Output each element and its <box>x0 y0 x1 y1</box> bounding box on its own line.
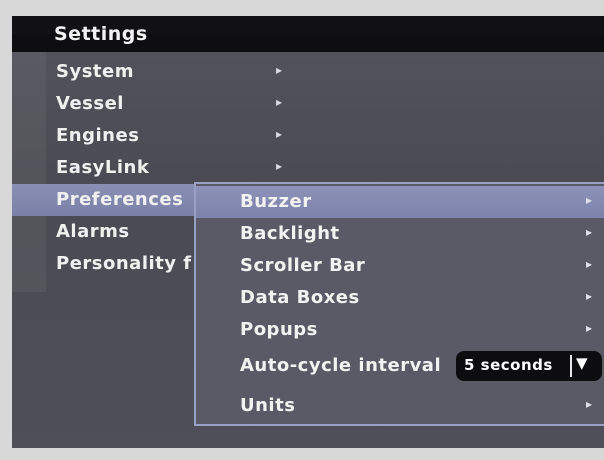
menu-item-label: Vessel <box>56 93 124 114</box>
chevron-down-icon[interactable]: ▼ <box>576 354 588 372</box>
submenu-item-label: Units <box>240 395 296 416</box>
menu-item-label: System <box>56 61 134 82</box>
page-title: Settings <box>54 23 148 45</box>
auto-cycle-interval-dropdown[interactable]: 5 seconds ▼ <box>456 351 602 381</box>
menu-item-label: Preferences <box>56 189 184 210</box>
dropdown-value: 5 seconds <box>464 356 553 374</box>
preferences-submenu: Buzzer ▸ Backlight ▸ Scroller Bar ▸ Data… <box>194 182 604 426</box>
chevron-right-icon: ▸ <box>276 95 283 109</box>
chevron-right-icon: ▸ <box>276 127 283 141</box>
menu-item-easylink[interactable]: EasyLink ▸ <box>12 152 312 184</box>
submenu-item-auto-cycle-interval: Auto-cycle interval 5 seconds ▼ <box>196 350 604 382</box>
submenu-item-popups[interactable]: Popups ▸ <box>196 314 604 346</box>
chevron-right-icon: ▸ <box>586 257 593 271</box>
submenu-item-label: Popups <box>240 319 318 340</box>
submenu-item-label: Scroller Bar <box>240 255 366 276</box>
chevron-right-icon: ▸ <box>586 321 593 335</box>
dropdown-divider <box>570 355 572 377</box>
submenu-item-label: Auto-cycle interval <box>240 355 442 376</box>
submenu-item-backlight[interactable]: Backlight ▸ <box>196 218 604 250</box>
submenu-item-label: Backlight <box>240 223 340 244</box>
menu-item-label: Engines <box>56 125 140 146</box>
submenu-item-label: Data Boxes <box>240 287 360 308</box>
chevron-right-icon: ▸ <box>276 159 283 173</box>
menu-item-vessel[interactable]: Vessel ▸ <box>12 88 312 120</box>
menu-item-label: Alarms <box>56 221 130 242</box>
menu-item-label: EasyLink <box>56 157 150 178</box>
submenu-item-scroller-bar[interactable]: Scroller Bar ▸ <box>196 250 604 282</box>
chevron-right-icon: ▸ <box>586 289 593 303</box>
submenu-item-label: Buzzer <box>240 191 312 212</box>
chevron-right-icon: ▸ <box>586 397 593 411</box>
submenu-item-units[interactable]: Units ▸ <box>196 390 604 422</box>
chevron-right-icon: ▸ <box>586 225 593 239</box>
chevron-right-icon: ▸ <box>586 193 593 207</box>
menu-item-engines[interactable]: Engines ▸ <box>12 120 312 152</box>
chevron-right-icon: ▸ <box>276 63 283 77</box>
menu-item-system[interactable]: System ▸ <box>12 56 312 88</box>
submenu-item-buzzer[interactable]: Buzzer ▸ <box>196 186 604 218</box>
menu-item-preferences[interactable]: Preferences <box>12 184 194 216</box>
display-screen: Settings System ▸ Vessel ▸ Engines ▸ Eas… <box>12 16 604 448</box>
menu-item-label: Personality f <box>56 253 192 274</box>
submenu-item-data-boxes[interactable]: Data Boxes ▸ <box>196 282 604 314</box>
